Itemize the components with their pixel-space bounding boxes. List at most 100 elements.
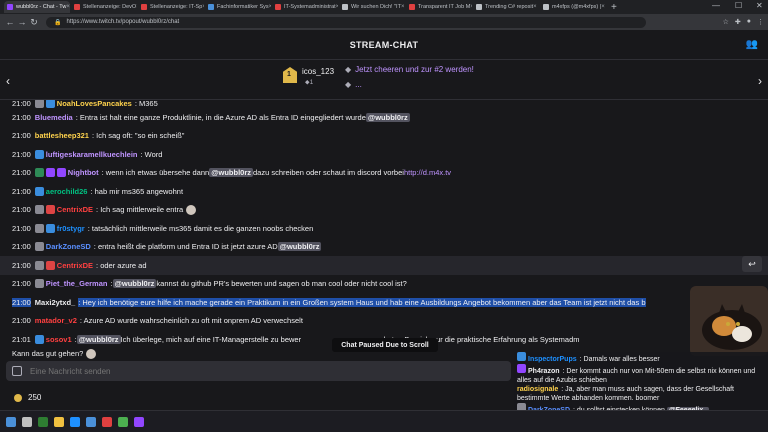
close-tab-icon[interactable]: × (136, 4, 137, 10)
badge-icon[interactable] (45, 205, 55, 215)
badge-icon[interactable] (34, 223, 44, 233)
browser-tab[interactable]: Fachinformatiker Sys × (205, 1, 271, 13)
chat-message[interactable]: 21:00 fr0stygr: tatsächlich mittlerweile … (0, 219, 768, 238)
browser-tab[interactable]: Stellenanzeige: IT-Sp× (138, 1, 204, 13)
overlay-message[interactable]: radiosignale: Ja, aber man muss auch sag… (517, 385, 768, 403)
browser-tab[interactable]: IT-Systemadministrat × (272, 1, 338, 13)
overlay-message[interactable]: InspectorPups: Damals war alles besser (517, 352, 768, 364)
badge-icon[interactable] (34, 100, 44, 108)
browser-tab[interactable]: Stellenanzeige: DevO× (71, 1, 137, 13)
app-icon-5[interactable] (134, 416, 144, 427)
overlay-username[interactable]: radiosignale (517, 386, 558, 393)
chat-message[interactable]: 21:00 DarkZoneSD: entra heißt die platfor… (0, 238, 768, 257)
username[interactable]: battlesheep321 (35, 131, 89, 140)
minimize-icon[interactable]: — (712, 1, 720, 10)
top-user-name[interactable]: icos_123 (302, 67, 334, 76)
badge-icon[interactable] (34, 205, 44, 215)
back-icon[interactable]: ← (4, 17, 16, 27)
close-tab-icon[interactable]: × (336, 4, 338, 10)
badge-icon[interactable] (45, 223, 55, 233)
username[interactable]: matador_v2 (35, 316, 77, 325)
maximize-icon[interactable]: ☐ (735, 1, 742, 10)
badge-icon[interactable] (34, 186, 44, 196)
chrome-icon[interactable] (118, 416, 128, 427)
close-tab-icon[interactable]: × (470, 4, 472, 10)
browser-tab[interactable]: m4xfps (@m4xfps) | × (540, 1, 606, 13)
reply-icon[interactable]: ↩ (742, 256, 762, 272)
search-icon[interactable] (22, 416, 32, 427)
badge-icon[interactable] (34, 279, 44, 289)
browser-tab[interactable]: wubbl0rz - Chat - Tw × (4, 1, 70, 13)
app-icon-4[interactable] (102, 416, 112, 427)
close-tab-icon[interactable]: × (269, 4, 271, 10)
profile-icon[interactable]: ● (747, 18, 751, 26)
close-tab-icon[interactable]: × (601, 4, 605, 10)
mention[interactable]: @wubbl0rz (365, 112, 410, 122)
chat-message[interactable]: 21:00 aerochild26: hab mir ms365 angewohn… (0, 182, 768, 201)
chat-message[interactable]: 21:00 CentrixDE: Ich sag mittlerweile ent… (0, 201, 768, 220)
username[interactable]: fr0stygr (57, 224, 85, 233)
chat-message[interactable]: 21:00 CentrixDE: oder azure ad (0, 256, 768, 275)
close-window-icon[interactable]: ✕ (756, 1, 763, 10)
message-link[interactable]: http://d.m4x.tv (404, 168, 451, 177)
star-icon[interactable]: ☆ (723, 18, 729, 26)
close-tab-icon[interactable]: × (66, 4, 70, 10)
emote-picker-icon[interactable] (12, 366, 22, 376)
username[interactable]: luftigeskaramellkuechlein (46, 150, 138, 159)
start-icon[interactable] (6, 416, 16, 427)
url-field[interactable]: 🔒 https://www.twitch.tv/popout/wubbl0rz/… (46, 16, 646, 28)
badge-icon[interactable] (45, 260, 55, 270)
menu-icon[interactable]: ⋮ (757, 18, 764, 26)
channel-points[interactable]: 250 (14, 393, 41, 402)
extensions-icon[interactable]: ✚ (735, 18, 741, 26)
browser-tab[interactable]: Transparent IT Job M× (406, 1, 472, 13)
username[interactable]: Nightbot (68, 168, 99, 177)
badge-icon[interactable] (45, 168, 55, 178)
badge-icon[interactable] (34, 334, 44, 344)
badge-icon[interactable] (34, 260, 44, 270)
chevron-right-icon[interactable]: › (758, 74, 762, 88)
app-icon-2[interactable] (70, 416, 80, 427)
badge-icon[interactable] (34, 242, 44, 252)
badge-icon[interactable] (34, 149, 44, 159)
chat-message[interactable]: 21:00 Bluemedia: Entra ist halt eine ganz… (0, 108, 768, 127)
username[interactable]: Piet_the_German (46, 279, 108, 288)
browser-tab[interactable]: Trending C# reposit × (473, 1, 539, 13)
forward-icon[interactable]: → (16, 17, 28, 27)
username[interactable]: NoahLovesPancakes (57, 100, 132, 108)
new-tab-icon[interactable]: + (611, 2, 617, 13)
username[interactable]: CentrixDE (57, 261, 93, 270)
badge-icon[interactable] (45, 100, 55, 108)
overlay-username[interactable]: InspectorPups (528, 356, 577, 363)
users-icon[interactable]: 👥 (746, 39, 758, 50)
reload-icon[interactable]: ↻ (28, 17, 40, 28)
folder-icon[interactable] (54, 416, 64, 427)
overlay-username[interactable]: Ph4razon (528, 368, 560, 375)
chat-log[interactable]: 21:00 NoahLovesPancakes: M365 21:00 Bluemed… (0, 100, 768, 360)
chat-message[interactable]: 21:00 NoahLovesPancakes: M365 (0, 100, 768, 108)
chat-message[interactable]: 21:00 Piet_the_German: @wubbl0rz kannst d… (0, 275, 768, 294)
mention[interactable]: @wubbl0rz (209, 168, 254, 178)
chat-message[interactable]: 21:00 Maxi2ytxd_: Hey ich benötige eure h… (0, 293, 768, 312)
mention[interactable]: @wubbl0rz (76, 334, 121, 344)
username[interactable]: sosov1 (46, 335, 72, 344)
browser-tab[interactable]: Wir suchen Dich! "IT × (339, 1, 405, 13)
close-tab-icon[interactable]: × (533, 4, 537, 10)
close-tab-icon[interactable]: × (401, 4, 405, 10)
overlay-message[interactable]: Ph4razon: Der kommt auch nur von Mit-50e… (517, 364, 768, 385)
app-icon[interactable] (38, 416, 48, 427)
username[interactable]: Maxi2ytxd_ (35, 298, 75, 307)
mention[interactable]: @wubbl0rz (112, 279, 157, 289)
chat-paused-banner[interactable]: Chat Paused Due to Scroll (332, 338, 438, 352)
badge-icon[interactable] (34, 168, 44, 178)
mention[interactable]: @wubbl0rz (277, 242, 322, 252)
close-tab-icon[interactable]: × (202, 4, 204, 10)
chevron-left-icon[interactable]: ‹ (6, 74, 10, 88)
username[interactable]: CentrixDE (57, 205, 93, 214)
badge-icon[interactable] (56, 168, 66, 178)
chat-message[interactable]: 21:00 Nightbot: wenn ich etwas übersehe d… (0, 164, 768, 183)
app-icon-3[interactable] (86, 416, 96, 427)
username[interactable]: DarkZoneSD (46, 242, 91, 251)
chat-message[interactable]: 21:00 matador_v2: Azure AD wurde wahrsche… (0, 312, 768, 331)
chat-message[interactable]: 21:00 luftigeskaramellkuechlein: Word (0, 145, 768, 164)
